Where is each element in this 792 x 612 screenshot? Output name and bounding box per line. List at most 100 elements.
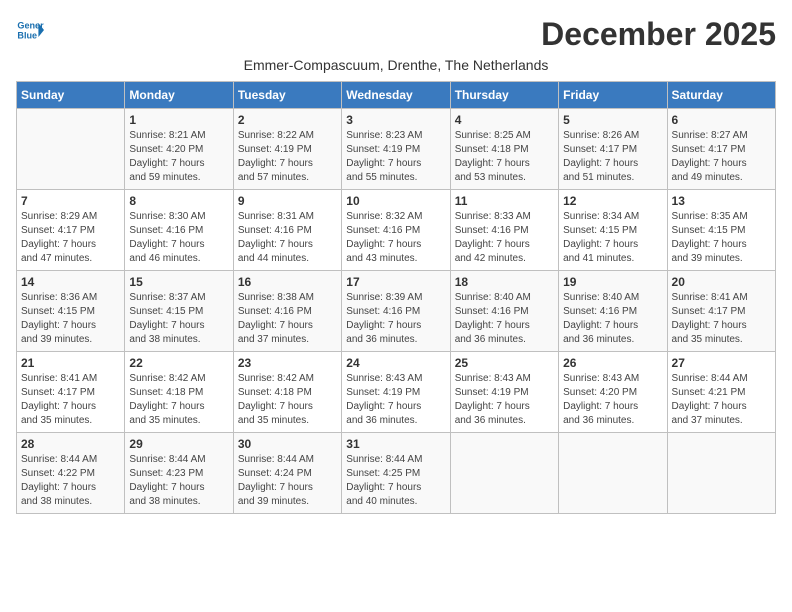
calendar-week-row: 7Sunrise: 8:29 AMSunset: 4:17 PMDaylight…	[17, 190, 776, 271]
day-info: Sunrise: 8:36 AMSunset: 4:15 PMDaylight:…	[21, 291, 120, 347]
calendar-day-cell: 29 Sunrise: 8:44 AMSunset: 4:23 PMDayligh…	[125, 433, 233, 514]
calendar-day-cell: 21 Sunrise: 8:41 AMSunset: 4:17 PMDayligh…	[17, 352, 125, 433]
calendar-day-cell: 13 Sunrise: 8:35 AMSunset: 4:15 PMDayligh…	[667, 190, 775, 271]
day-number: 14	[21, 275, 120, 289]
day-number: 30	[238, 437, 337, 451]
calendar-table: SundayMondayTuesdayWednesdayThursdayFrid…	[16, 81, 776, 514]
day-info: Sunrise: 8:21 AMSunset: 4:20 PMDaylight:…	[129, 129, 228, 185]
day-info: Sunrise: 8:33 AMSunset: 4:16 PMDaylight:…	[455, 210, 554, 266]
day-number: 27	[672, 356, 771, 370]
calendar-day-cell: 26 Sunrise: 8:43 AMSunset: 4:20 PMDayligh…	[559, 352, 667, 433]
day-number: 29	[129, 437, 228, 451]
day-number: 17	[346, 275, 445, 289]
calendar-day-cell: 15 Sunrise: 8:37 AMSunset: 4:15 PMDayligh…	[125, 271, 233, 352]
day-info: Sunrise: 8:35 AMSunset: 4:15 PMDaylight:…	[672, 210, 771, 266]
calendar-day-cell: 1Sunrise: 8:21 AMSunset: 4:20 PMDaylight…	[125, 109, 233, 190]
day-info: Sunrise: 8:39 AMSunset: 4:16 PMDaylight:…	[346, 291, 445, 347]
calendar-week-row: 21 Sunrise: 8:41 AMSunset: 4:17 PMDayligh…	[17, 352, 776, 433]
day-info: Sunrise: 8:43 AMSunset: 4:19 PMDaylight:…	[346, 372, 445, 428]
page-header: General Blue December 2025	[16, 16, 776, 53]
calendar-day-cell: 24 Sunrise: 8:43 AMSunset: 4:19 PMDayligh…	[342, 352, 450, 433]
day-info: Sunrise: 8:43 AMSunset: 4:20 PMDaylight:…	[563, 372, 662, 428]
day-number: 13	[672, 194, 771, 208]
calendar-day-cell: 25 Sunrise: 8:43 AMSunset: 4:19 PMDayligh…	[450, 352, 558, 433]
weekday-header-cell: Friday	[559, 82, 667, 109]
day-info: Sunrise: 8:22 AMSunset: 4:19 PMDaylight:…	[238, 129, 337, 185]
calendar-day-cell: 10 Sunrise: 8:32 AMSunset: 4:16 PMDayligh…	[342, 190, 450, 271]
day-number: 22	[129, 356, 228, 370]
calendar-week-row: 1Sunrise: 8:21 AMSunset: 4:20 PMDaylight…	[17, 109, 776, 190]
day-number: 16	[238, 275, 337, 289]
day-number: 11	[455, 194, 554, 208]
day-number: 23	[238, 356, 337, 370]
calendar-day-cell	[450, 433, 558, 514]
weekday-header-cell: Sunday	[17, 82, 125, 109]
calendar-day-cell: 4 Sunrise: 8:25 AMSunset: 4:18 PMDaylight…	[450, 109, 558, 190]
day-number: 24	[346, 356, 445, 370]
title-block: December 2025	[541, 16, 776, 53]
calendar-day-cell: 9 Sunrise: 8:31 AMSunset: 4:16 PMDaylight…	[233, 190, 341, 271]
weekday-header-cell: Monday	[125, 82, 233, 109]
calendar-day-cell: 18 Sunrise: 8:40 AMSunset: 4:16 PMDayligh…	[450, 271, 558, 352]
calendar-day-cell: 2 Sunrise: 8:22 AMSunset: 4:19 PMDaylight…	[233, 109, 341, 190]
day-number: 3	[346, 113, 445, 127]
day-info: Sunrise: 8:23 AMSunset: 4:19 PMDaylight:…	[346, 129, 445, 185]
day-info: Sunrise: 8:44 AMSunset: 4:23 PMDaylight:…	[129, 453, 228, 509]
logo-icon: General Blue	[16, 16, 44, 44]
calendar-day-cell: 22Sunrise: 8:42 AMSunset: 4:18 PMDayligh…	[125, 352, 233, 433]
weekday-header-cell: Tuesday	[233, 82, 341, 109]
day-number: 6	[672, 113, 771, 127]
day-info: Sunrise: 8:43 AMSunset: 4:19 PMDaylight:…	[455, 372, 554, 428]
calendar-day-cell: 6 Sunrise: 8:27 AMSunset: 4:17 PMDaylight…	[667, 109, 775, 190]
calendar-day-cell: 17 Sunrise: 8:39 AMSunset: 4:16 PMDayligh…	[342, 271, 450, 352]
day-info: Sunrise: 8:27 AMSunset: 4:17 PMDaylight:…	[672, 129, 771, 185]
day-info: Sunrise: 8:40 AMSunset: 4:16 PMDaylight:…	[455, 291, 554, 347]
calendar-day-cell: 19Sunrise: 8:40 AMSunset: 4:16 PMDayligh…	[559, 271, 667, 352]
calendar-day-cell	[17, 109, 125, 190]
weekday-header-row: SundayMondayTuesdayWednesdayThursdayFrid…	[17, 82, 776, 109]
calendar-day-cell: 3 Sunrise: 8:23 AMSunset: 4:19 PMDaylight…	[342, 109, 450, 190]
day-number: 18	[455, 275, 554, 289]
day-number: 10	[346, 194, 445, 208]
day-number: 2	[238, 113, 337, 127]
day-info: Sunrise: 8:40 AMSunset: 4:16 PMDaylight:…	[563, 291, 662, 347]
svg-text:Blue: Blue	[17, 30, 37, 40]
subtitle: Emmer-Compascuum, Drenthe, The Netherlan…	[16, 57, 776, 73]
month-title: December 2025	[541, 16, 776, 53]
day-number: 21	[21, 356, 120, 370]
calendar-day-cell	[559, 433, 667, 514]
calendar-day-cell: 28Sunrise: 8:44 AMSunset: 4:22 PMDayligh…	[17, 433, 125, 514]
day-info: Sunrise: 8:42 AMSunset: 4:18 PMDaylight:…	[238, 372, 337, 428]
day-number: 15	[129, 275, 228, 289]
day-info: Sunrise: 8:32 AMSunset: 4:16 PMDaylight:…	[346, 210, 445, 266]
calendar-week-row: 14 Sunrise: 8:36 AMSunset: 4:15 PMDayligh…	[17, 271, 776, 352]
calendar-week-row: 28Sunrise: 8:44 AMSunset: 4:22 PMDayligh…	[17, 433, 776, 514]
day-number: 5	[563, 113, 662, 127]
calendar-day-cell: 11 Sunrise: 8:33 AMSunset: 4:16 PMDayligh…	[450, 190, 558, 271]
day-number: 8	[129, 194, 228, 208]
calendar-day-cell: 14 Sunrise: 8:36 AMSunset: 4:15 PMDayligh…	[17, 271, 125, 352]
day-info: Sunrise: 8:41 AMSunset: 4:17 PMDaylight:…	[21, 372, 120, 428]
calendar-day-cell: 23 Sunrise: 8:42 AMSunset: 4:18 PMDayligh…	[233, 352, 341, 433]
day-info: Sunrise: 8:26 AMSunset: 4:17 PMDaylight:…	[563, 129, 662, 185]
day-info: Sunrise: 8:31 AMSunset: 4:16 PMDaylight:…	[238, 210, 337, 266]
day-number: 20	[672, 275, 771, 289]
calendar-day-cell: 8Sunrise: 8:30 AMSunset: 4:16 PMDaylight…	[125, 190, 233, 271]
calendar-day-cell: 5 Sunrise: 8:26 AMSunset: 4:17 PMDaylight…	[559, 109, 667, 190]
day-number: 4	[455, 113, 554, 127]
day-number: 28	[21, 437, 120, 451]
calendar-day-cell: 20 Sunrise: 8:41 AMSunset: 4:17 PMDayligh…	[667, 271, 775, 352]
day-number: 9	[238, 194, 337, 208]
calendar-day-cell: 7Sunrise: 8:29 AMSunset: 4:17 PMDaylight…	[17, 190, 125, 271]
calendar-day-cell: 31Sunrise: 8:44 AMSunset: 4:25 PMDayligh…	[342, 433, 450, 514]
calendar-day-cell: 30Sunrise: 8:44 AMSunset: 4:24 PMDayligh…	[233, 433, 341, 514]
calendar-day-cell: 27Sunrise: 8:44 AMSunset: 4:21 PMDayligh…	[667, 352, 775, 433]
logo: General Blue	[16, 16, 44, 44]
day-info: Sunrise: 8:41 AMSunset: 4:17 PMDaylight:…	[672, 291, 771, 347]
day-number: 25	[455, 356, 554, 370]
day-info: Sunrise: 8:25 AMSunset: 4:18 PMDaylight:…	[455, 129, 554, 185]
day-info: Sunrise: 8:44 AMSunset: 4:25 PMDaylight:…	[346, 453, 445, 509]
day-number: 7	[21, 194, 120, 208]
day-number: 26	[563, 356, 662, 370]
day-info: Sunrise: 8:37 AMSunset: 4:15 PMDaylight:…	[129, 291, 228, 347]
